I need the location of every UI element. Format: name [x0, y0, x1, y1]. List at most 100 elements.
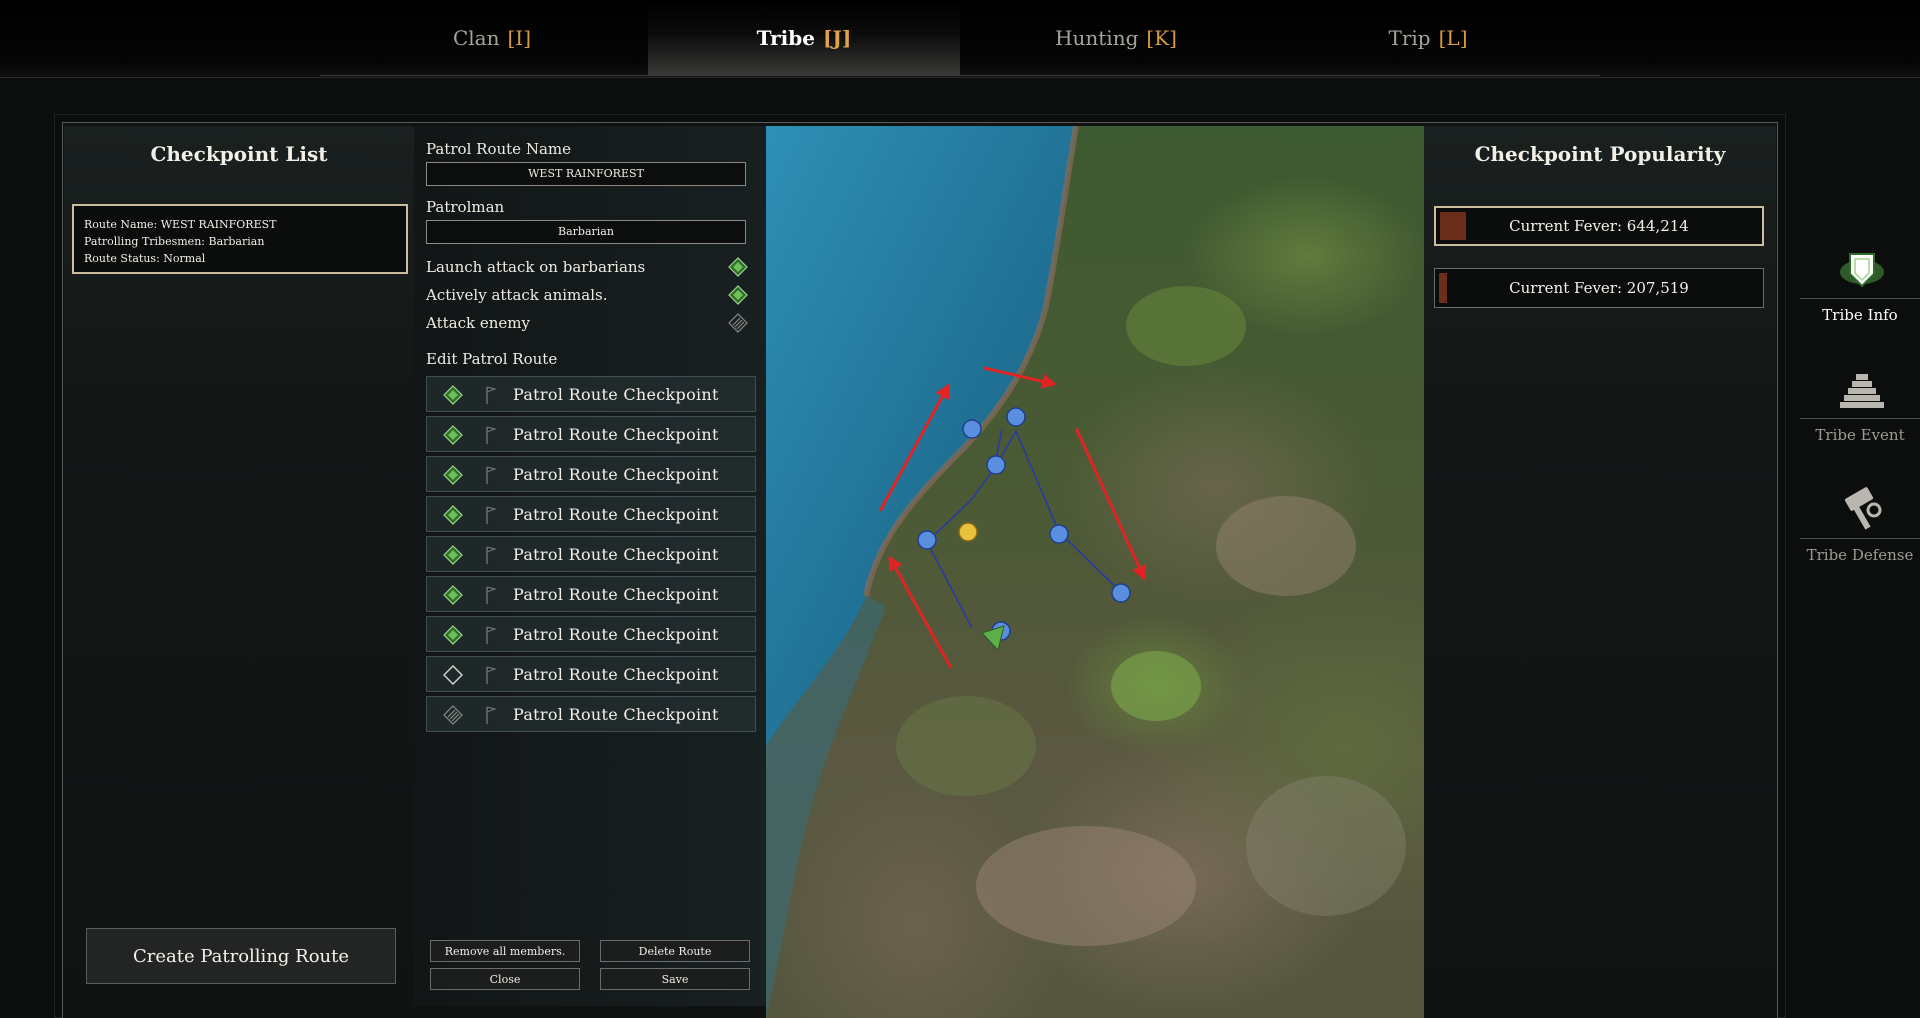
checkpoint-row-label: Patrol Route Checkpoint [513, 505, 719, 524]
tab-tribe-label: Tribe [756, 26, 815, 50]
current-position-marker [958, 522, 978, 542]
checkpoint-row[interactable]: Patrol Route Checkpoint [426, 456, 756, 492]
flag-icon [486, 466, 498, 484]
direction-arrow [1074, 427, 1146, 581]
nav-tribe-defense[interactable]: Tribe Defense [1800, 476, 1920, 576]
option-attack-animals: Actively attack animals. [426, 284, 752, 306]
tab-tribe-hotkey: [J] [822, 26, 852, 50]
option-attack-barbarians-label: Launch attack on barbarians [426, 258, 646, 276]
route-status-line: Route Status: Normal [84, 252, 206, 265]
checkpoint-marker [986, 455, 1006, 475]
map-canvas [766, 126, 1406, 1018]
checkpoint-marker [1049, 524, 1069, 544]
toggle-on-icon[interactable] [728, 257, 748, 277]
checkpoint-row-label: Patrol Route Checkpoint [513, 625, 719, 644]
checkpoint-row-label: Patrol Route Checkpoint [513, 465, 719, 484]
checkpoint-row[interactable]: Patrol Route Checkpoint [426, 696, 756, 732]
nav-divider [1800, 298, 1920, 299]
tab-hunting-hotkey: [K] [1146, 26, 1177, 50]
fever-label: Current Fever: 207,519 [1509, 279, 1689, 297]
checkpoint-marker [962, 419, 982, 439]
route-name-field[interactable]: WEST RAINFOREST [426, 162, 746, 186]
checkpoint-row-label: Patrol Route Checkpoint [513, 665, 719, 684]
fever-entry[interactable]: Current Fever: 644,214 [1434, 206, 1764, 246]
hammer-icon [1844, 487, 1882, 530]
flag-icon [486, 626, 498, 644]
flag-icon [486, 426, 498, 444]
patrolman-marker [981, 625, 1005, 652]
patrolman-field[interactable]: Barbarian [426, 220, 746, 244]
checkpoint-list-title: Checkpoint List [150, 142, 328, 166]
checkpoint-popularity-panel: Checkpoint Popularity Current Fever: 644… [1424, 126, 1776, 1018]
option-attack-barbarians: Launch attack on barbarians [426, 256, 752, 278]
tab-hunting-label: Hunting [1055, 26, 1139, 50]
tab-trip-hotkey: [L] [1438, 26, 1468, 50]
nav-tribe-event[interactable]: Tribe Event [1800, 356, 1920, 456]
checkpoint-row[interactable]: Patrol Route Checkpoint [426, 376, 756, 412]
checkpoint-row-label: Patrol Route Checkpoint [513, 545, 719, 564]
tab-underline [320, 75, 1600, 76]
save-button[interactable]: Save [600, 968, 750, 990]
checkpoint-row[interactable]: Patrol Route Checkpoint [426, 616, 756, 652]
fever-label: Current Fever: 644,214 [1509, 217, 1689, 235]
toggle-disabled-icon[interactable] [728, 313, 748, 333]
checkpoint-active-icon[interactable] [443, 465, 463, 485]
nav-tribe-info-label: Tribe Info [1822, 306, 1898, 324]
route-edit-panel: Patrol Route Name WEST RAINFOREST Patrol… [414, 126, 766, 1006]
top-tab-bar: Clan [I] Tribe [J] Hunting [K] Trip [L] [0, 0, 1920, 78]
route-name-line: Route Name: WEST RAINFOREST [84, 218, 277, 231]
create-patrolling-route-button[interactable]: Create Patrolling Route [86, 928, 396, 984]
option-attack-animals-label: Actively attack animals. [426, 286, 608, 304]
checkpoint-row[interactable]: Patrol Route Checkpoint [426, 656, 756, 692]
pyramid-icon [1840, 374, 1884, 408]
nav-divider [1800, 538, 1920, 539]
checkpoint-active-icon[interactable] [443, 625, 463, 645]
checkpoint-marker [917, 530, 937, 550]
checkpoint-active-icon[interactable] [443, 385, 463, 405]
tab-trip[interactable]: Trip [L] [1272, 0, 1584, 76]
tab-clan-hotkey: [I] [507, 26, 532, 50]
fever-entry[interactable]: Current Fever: 207,519 [1434, 268, 1764, 308]
close-button[interactable]: Close [430, 968, 580, 990]
flag-icon [486, 506, 498, 524]
route-name-label: Patrol Route Name [426, 140, 571, 158]
checkpoint-marker [1006, 407, 1026, 427]
fever-bar [1440, 212, 1466, 240]
nav-tribe-defense-label: Tribe Defense [1806, 546, 1914, 564]
toggle-on-icon[interactable] [728, 285, 748, 305]
patrol-map[interactable] [766, 126, 1424, 1018]
checkpoint-disabled-icon[interactable] [443, 705, 463, 725]
checkpoint-row[interactable]: Patrol Route Checkpoint [426, 576, 756, 612]
route-card[interactable]: Route Name: WEST RAINFOREST Patrolling T… [72, 204, 408, 274]
checkpoint-row[interactable]: Patrol Route Checkpoint [426, 536, 756, 572]
flag-icon [486, 706, 498, 724]
delete-route-button[interactable]: Delete Route [600, 940, 750, 962]
nav-divider [1800, 418, 1920, 419]
nav-tribe-event-label: Tribe Event [1815, 426, 1905, 444]
route-tribesmen-line: Patrolling Tribesmen: Barbarian [84, 235, 265, 248]
remove-all-members-button[interactable]: Remove all members. [430, 940, 580, 962]
checkpoint-empty-icon[interactable] [443, 665, 463, 685]
checkpoint-active-icon[interactable] [443, 505, 463, 525]
tab-hunting[interactable]: Hunting [K] [960, 0, 1272, 76]
checkpoint-popularity-title: Checkpoint Popularity [1474, 142, 1726, 166]
tab-clan[interactable]: Clan [I] [336, 0, 648, 76]
checkpoint-active-icon[interactable] [443, 585, 463, 605]
flag-icon [486, 586, 498, 604]
checkpoint-marker [1111, 583, 1131, 603]
checkpoint-active-icon[interactable] [443, 425, 463, 445]
tab-trip-label: Trip [1388, 26, 1431, 50]
tab-tribe[interactable]: Tribe [J] [648, 0, 960, 76]
shield-icon [1840, 253, 1884, 288]
checkpoint-row[interactable]: Patrol Route Checkpoint [426, 416, 756, 452]
flag-icon [486, 386, 498, 404]
checkpoint-row[interactable]: Patrol Route Checkpoint [426, 496, 756, 532]
checkpoint-active-icon[interactable] [443, 545, 463, 565]
option-attack-enemy-label: Attack enemy [426, 314, 530, 332]
checkpoint-row-label: Patrol Route Checkpoint [513, 425, 719, 444]
checkpoint-row-label: Patrol Route Checkpoint [513, 385, 719, 404]
tab-clan-label: Clan [452, 26, 500, 50]
edit-patrol-route-label: Edit Patrol Route [426, 350, 558, 368]
nav-tribe-info[interactable]: Tribe Info [1800, 236, 1920, 336]
checkpoint-row-label: Patrol Route Checkpoint [513, 705, 719, 724]
